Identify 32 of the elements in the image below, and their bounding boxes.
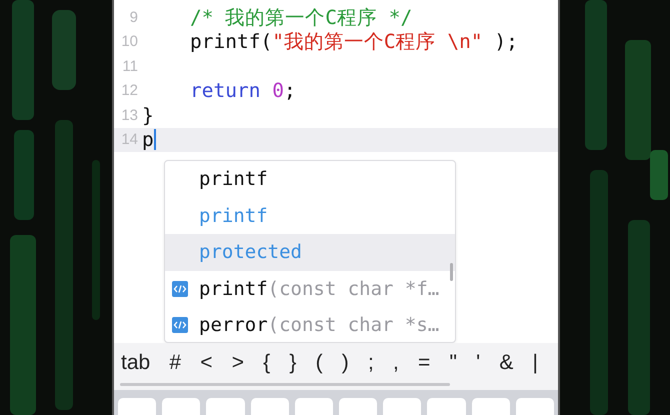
key-button[interactable]: # [167,351,184,375]
key-button[interactable]: ; [366,351,376,375]
suggestion-item[interactable]: printf(const char *f… [165,270,455,307]
key-button[interactable]: > [230,351,246,375]
line-number: 12 [120,82,139,100]
code-icon [171,316,189,334]
key-button[interactable]: & [497,351,516,375]
key-button[interactable]: , [390,351,401,375]
line-number: 13 [120,106,139,124]
text-cursor [154,129,156,150]
key-button[interactable]: = [416,351,432,375]
key-button[interactable]: " [447,351,459,375]
line-number: 9 [128,8,139,26]
key-button[interactable]: } [287,351,298,375]
code-line: return 0; [190,79,296,102]
key-button[interactable]: | [530,351,540,375]
code-line: p [142,128,154,152]
key-button[interactable]: < [198,351,215,375]
scrollbar [450,263,453,281]
code-line: } [142,104,154,127]
suggestion-item[interactable]: perror(const char *s… [165,307,455,342]
key-button[interactable]: ' [474,351,482,375]
code-line: /* 我的第一个C程序 */ [190,4,412,31]
line-number: 11 [121,58,139,75]
line-number: 10 [120,33,139,50]
code-icon [171,280,189,298]
key-button[interactable]: ) [340,351,351,375]
key-button[interactable]: tab [119,351,152,375]
key-button[interactable]: ( [314,351,325,375]
suggestion-item[interactable]: printf [165,161,455,198]
code-line: printf("我的第一个C程序 \n" ); [190,29,518,56]
key-button[interactable]: { [261,351,272,375]
